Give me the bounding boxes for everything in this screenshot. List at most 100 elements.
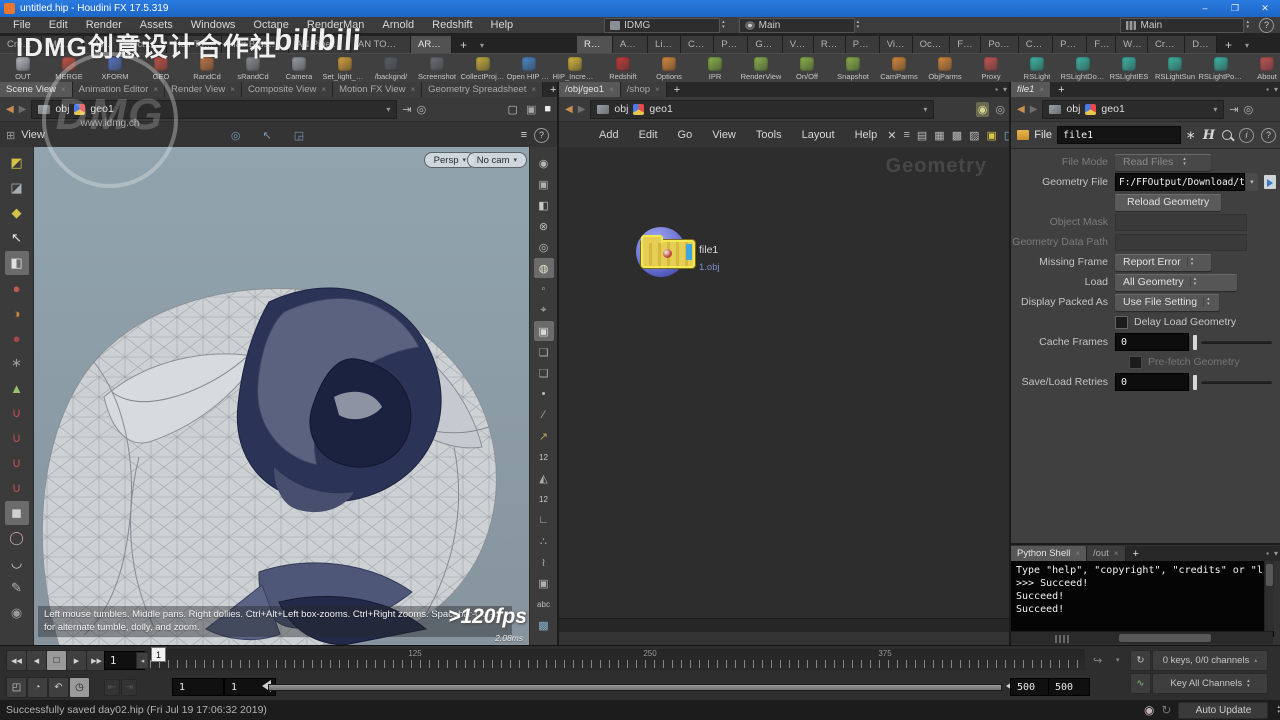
frame-step-back-button[interactable]: ◂ <box>136 652 149 669</box>
breadcrumb-obj[interactable]: obj <box>1066 103 1080 115</box>
slider-track[interactable] <box>1201 381 1272 384</box>
range-start-field[interactable]: 1 <box>172 678 224 696</box>
vt-icon[interactable]: ✎ <box>5 576 29 600</box>
shelf-tool-screenshot[interactable]: Screenshot <box>414 54 460 83</box>
auto-update-selector[interactable]: Auto Update <box>1178 702 1268 719</box>
desktop-selector-spinner[interactable]: ▴▾ <box>722 20 725 30</box>
prev-keyframe-button[interactable]: ⇤ <box>104 679 120 696</box>
range-slider-track[interactable] <box>268 684 1002 691</box>
field-geometry-data-path[interactable] <box>1115 234 1247 251</box>
network-menu-layout[interactable]: Layout <box>792 129 845 141</box>
realtime-toggle-button[interactable]: ◷ <box>69 677 90 698</box>
shelf-tab-crowds[interactable]: Crowds <box>1148 36 1185 53</box>
select-file-mode[interactable]: Read Files▴▾ <box>1115 154 1211 171</box>
shelf-tab-arno[interactable]: ARNO <box>411 36 452 53</box>
shelf-tool-collectproject[interactable]: CollectProject <box>460 54 506 83</box>
shelf-set-spinner[interactable]: ▴▾ <box>1246 20 1249 30</box>
go-to-start-button[interactable]: ◀◀ <box>6 650 27 671</box>
sim-cache-options-button[interactable]: ↶ <box>48 677 69 698</box>
vt-icon[interactable]: ∪ <box>5 476 29 500</box>
shelf-tool-camparms[interactable]: CamParms <box>876 54 922 83</box>
network-toolbar-icon[interactable]: ▤ <box>917 129 927 142</box>
shelf-set-selector[interactable]: Main <box>1120 18 1244 33</box>
rt-icon[interactable]: ❏ <box>534 342 554 362</box>
pin-icon[interactable]: ⇥ <box>1229 103 1238 116</box>
shelf-tool-objparms[interactable]: ObjParms <box>922 54 968 83</box>
shelf-tool-open-hip-folder[interactable]: Open HIP Folder <box>506 54 552 83</box>
shelf-tab-an-pipeline[interactable]: AN Pipeline <box>289 36 351 53</box>
stop-button[interactable]: □ <box>46 650 67 671</box>
shelf-tab-colli[interactable]: Colli... <box>681 36 714 53</box>
rt-icon[interactable]: ❏ <box>534 363 554 383</box>
vt-icon[interactable]: ● <box>5 326 29 350</box>
shelf-tool-renderview[interactable]: RenderView <box>738 54 784 83</box>
shelf-tool-rslightportal[interactable]: RSLightPortal <box>1198 54 1244 83</box>
file-path-field[interactable]: F:/FFOutput/Download/t <box>1115 173 1245 191</box>
tab-python-shell[interactable]: Python Shell× <box>1011 546 1087 561</box>
slider-track[interactable] <box>1201 341 1272 344</box>
key-caret-icon[interactable]: ▾ <box>1116 656 1120 664</box>
radial-selector-spinner[interactable]: ▴▾ <box>857 20 860 30</box>
menu-render[interactable]: Render <box>77 17 131 33</box>
select-missing-frame[interactable]: Report Error▴▾ <box>1115 254 1211 271</box>
shelf-tab-an-tools[interactable]: AN TOOLS <box>351 36 411 53</box>
forward-icon[interactable]: ▶ <box>578 104 586 115</box>
python-hscrollbar[interactable] <box>1011 631 1273 644</box>
python-vscrollbar[interactable] <box>1264 561 1274 631</box>
vt-icon[interactable]: ↖ <box>5 226 29 250</box>
shelf-tab-oceans[interactable]: Oceans <box>913 36 951 53</box>
rt-icon[interactable]: ▣ <box>534 174 554 194</box>
shelf-tab-popul[interactable]: Popul... <box>981 36 1018 53</box>
close-tab-icon[interactable]: × <box>609 85 614 94</box>
close-tab-icon[interactable]: × <box>321 85 326 94</box>
radial-menu-icon[interactable]: ◎ <box>417 103 427 116</box>
close-tab-icon[interactable]: × <box>153 85 158 94</box>
shelf-tab-ligh[interactable]: Ligh... <box>648 36 681 53</box>
shelf-tab-visc[interactable]: Visc... <box>880 36 913 53</box>
rt-icon[interactable]: ∟ <box>534 510 554 530</box>
rt-icon[interactable]: ∕ <box>534 405 554 425</box>
shelf-tab-menu-icon-2[interactable]: ▾ <box>1240 38 1254 53</box>
file-browse-icon[interactable] <box>1264 175 1276 189</box>
scene-path-icon[interactable]: ▣ <box>526 103 536 116</box>
slider-handle[interactable] <box>1193 335 1197 350</box>
shelf-tool-snapshot[interactable]: Snapshot <box>830 54 876 83</box>
gear-icon[interactable]: ∗ <box>1186 128 1196 142</box>
shelf-tool-options[interactable]: Options <box>646 54 692 83</box>
shelf-tool-rslighties[interactable]: RSLightIES <box>1106 54 1152 83</box>
tab-render-view[interactable]: Render View× <box>165 82 242 97</box>
close-tab-icon[interactable]: × <box>1075 549 1080 558</box>
breadcrumb-obj[interactable]: obj <box>55 103 69 115</box>
new-pane-tab-button[interactable]: + <box>667 82 687 97</box>
network-toolbar-icon[interactable]: ✕ <box>887 129 896 142</box>
breadcrumb-caret-icon[interactable]: ▾ <box>1213 105 1217 114</box>
vt-icon[interactable]: ∪ <box>5 451 29 475</box>
scene-path-icon[interactable]: ■ <box>544 103 551 115</box>
shelf-tab-grains[interactable]: Grains <box>748 36 782 53</box>
network-path-icon[interactable]: ◉ <box>976 102 990 117</box>
key-wave-icon-box[interactable]: ∿ <box>1130 673 1151 694</box>
audio-options-button[interactable]: ◔ <box>27 677 48 698</box>
rt-icon[interactable]: ∴ <box>534 531 554 551</box>
menu-edit[interactable]: Edit <box>40 17 77 33</box>
new-shelf-tab-button[interactable]: + <box>452 37 475 53</box>
viewbar-tool-icon[interactable]: ◎ <box>231 129 241 142</box>
shelf-tab-vell[interactable]: Vell... <box>783 36 814 53</box>
tab-file1[interactable]: file1× <box>1011 82 1051 97</box>
rt-icon[interactable]: ⌖ <box>534 300 554 320</box>
shelf-tab-hair-tools[interactable]: Hair Tools <box>167 36 222 53</box>
rose-3d-model[interactable] <box>34 147 529 645</box>
menu-octane[interactable]: Octane <box>244 17 297 33</box>
cook-refresh-icon[interactable]: ↻ <box>1161 703 1171 717</box>
shelf-tab-driv[interactable]: Driv... <box>1185 36 1217 53</box>
node-name-field[interactable]: file1 <box>1057 126 1181 144</box>
vt-icon[interactable]: ∪ <box>5 401 29 425</box>
field-save-load-retries[interactable]: 0 <box>1115 373 1189 391</box>
pane-menu-caret-icon[interactable]: ▾ <box>1274 85 1278 94</box>
node-title[interactable]: file1 <box>699 244 718 256</box>
shelf-tool-merge[interactable]: MERGE <box>46 54 92 83</box>
menu-redshift[interactable]: Redshift <box>423 17 481 33</box>
rt-icon[interactable]: ≀ <box>534 552 554 572</box>
shelf-tab-pyro[interactable]: Pyro... <box>1053 36 1087 53</box>
viewport-help-icon[interactable]: ? <box>534 128 549 143</box>
